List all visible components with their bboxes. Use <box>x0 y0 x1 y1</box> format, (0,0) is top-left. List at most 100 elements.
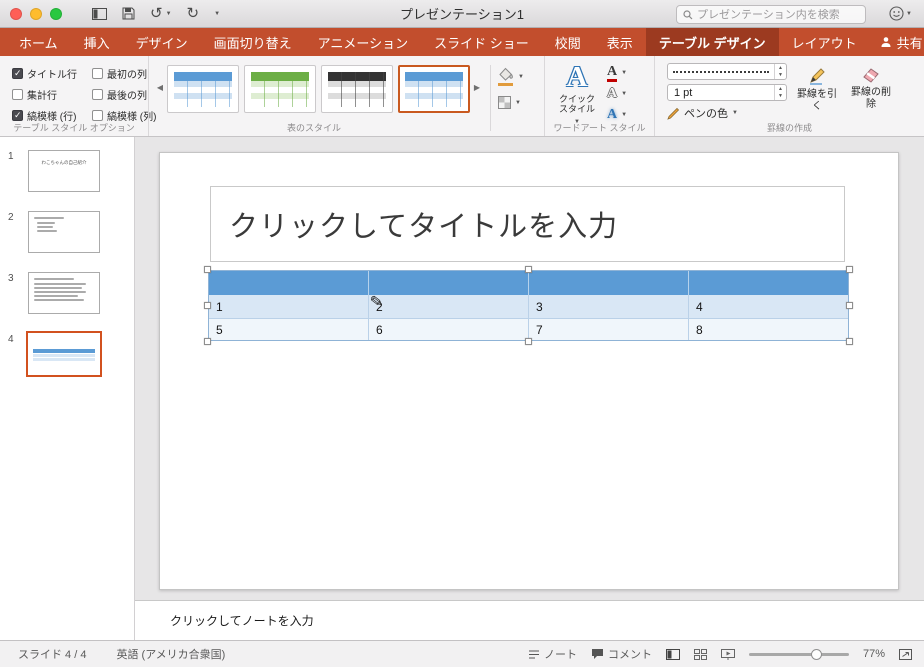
stepper-arrows[interactable]: ▲ ▼ <box>774 85 786 100</box>
tab-insert[interactable]: 挿入 <box>71 28 123 56</box>
close-window-button[interactable] <box>10 7 22 20</box>
table-resize-handle[interactable] <box>846 266 853 273</box>
tab-home[interactable]: ホーム <box>6 28 71 56</box>
notes-pane[interactable]: クリックしてノートを入力 <box>135 600 924 640</box>
save-icon[interactable] <box>122 7 135 20</box>
wordart-quick-styles-button[interactable]: A クイック スタイル ▼ <box>553 63 601 125</box>
text-fill-button[interactable]: A ▼ <box>607 64 627 82</box>
table-cell[interactable]: 2 <box>369 295 529 318</box>
minimize-window-button[interactable] <box>30 7 42 20</box>
pen-weight-dropdown[interactable]: 1 pt ▲ ▼ <box>667 84 787 101</box>
slideshow-view-button[interactable] <box>720 648 735 660</box>
table-resize-handle[interactable] <box>846 301 853 309</box>
share-button[interactable]: 共有 <box>870 28 924 56</box>
table-cell[interactable]: 3 <box>529 295 689 318</box>
tab-table-design[interactable]: テーブル デザイン <box>645 28 779 56</box>
slide-canvas: クリックしてタイトルを入力 1 2 3 4 5 6 7 8 ✎ <box>135 137 924 600</box>
table-resize-handle[interactable] <box>524 266 532 273</box>
text-outline-icon: A <box>607 86 618 101</box>
slide-thumbnail-4[interactable]: 4 <box>8 331 134 377</box>
table-cell[interactable]: 7 <box>529 319 689 340</box>
tab-review[interactable]: 校閲 <box>542 28 594 56</box>
dotted-line-icon <box>673 70 769 73</box>
toolbar-options-caret[interactable]: ▼ <box>214 11 220 17</box>
table-style-green[interactable] <box>244 65 316 113</box>
group-table-styles: ◀ ▶ ▼ ▼ 表のスタイル <box>148 56 544 136</box>
table-cell[interactable]: 5 <box>209 319 369 340</box>
gallery-next-arrow[interactable]: ▶ <box>470 61 484 113</box>
pen-color-button[interactable]: ペンの色 ▼ <box>667 105 787 121</box>
ribbon: タイトル行 最初の列 集計行 最後の列 縞模様 (行) 縞模様 (列) テーブル… <box>0 56 924 137</box>
erase-border-button[interactable]: 罫線の削除 <box>847 63 895 121</box>
table-cell[interactable]: 4 <box>689 295 848 318</box>
slides-panel: 1 わこちゃんの自己紹介 2 3 4 <box>0 137 135 640</box>
slide-title-placeholder[interactable]: クリックしてタイトルを入力 <box>210 186 845 262</box>
effects-button[interactable]: ▼ <box>498 96 532 109</box>
slide-indicator: スライド 4 / 4 <box>18 649 87 661</box>
group-table-style-options: タイトル行 最初の列 集計行 最後の列 縞模様 (行) 縞模様 (列) テーブル… <box>0 56 156 136</box>
table-header-cell[interactable] <box>529 271 689 295</box>
table-cell[interactable]: 8 <box>689 319 848 340</box>
share-label: 共有 <box>896 35 923 51</box>
table-resize-handle[interactable] <box>204 266 211 273</box>
undo-button[interactable]: ↺ ▼ <box>150 6 172 21</box>
language-indicator[interactable]: 英語 (アメリカ合衆国) <box>116 646 225 662</box>
search-input[interactable] <box>697 8 859 21</box>
zoom-window-button[interactable] <box>50 7 62 20</box>
gallery-prev-arrow[interactable]: ◀ <box>153 61 167 113</box>
slide-thumbnail-2[interactable]: 2 <box>8 211 134 253</box>
table-cell[interactable]: 1 <box>209 295 369 318</box>
shading-button[interactable]: ▼ <box>498 67 532 86</box>
slide-table[interactable]: 1 2 3 4 5 6 7 8 ✎ <box>204 266 853 345</box>
notes-toggle-button[interactable]: ノート <box>528 646 577 662</box>
pen-style-dropdown[interactable]: ▲ ▼ <box>667 63 787 80</box>
checkbox-label: 最後の列 <box>107 91 147 102</box>
checkbox-last-column[interactable]: 最後の列 <box>92 87 154 102</box>
table-style-blue-selected[interactable] <box>398 65 470 113</box>
zoom-percent[interactable]: 77% <box>863 648 885 660</box>
tab-design[interactable]: デザイン <box>123 28 201 56</box>
tab-layout[interactable]: レイアウト <box>779 28 870 56</box>
zoom-slider[interactable] <box>748 648 849 660</box>
slide-thumbnail-3[interactable]: 3 <box>8 272 134 314</box>
person-icon <box>880 36 892 48</box>
table-header-cell[interactable] <box>689 271 848 295</box>
slide-sorter-view-button[interactable] <box>693 648 707 660</box>
comments-toggle-button[interactable]: コメント <box>591 646 652 662</box>
table-resize-handle[interactable] <box>204 301 211 309</box>
tab-slideshow[interactable]: スライド ショー <box>421 28 542 56</box>
layout-toggle-icon[interactable] <box>92 7 107 20</box>
redo-button[interactable]: ↻ <box>187 6 200 21</box>
feedback-smiley-button[interactable]: ▼ <box>889 6 912 21</box>
table-header-cell[interactable] <box>369 271 529 295</box>
fit-slide-to-window-button[interactable] <box>899 648 912 660</box>
table[interactable]: 1 2 3 4 5 6 7 8 <box>208 270 849 341</box>
table-style-black[interactable] <box>321 65 393 113</box>
tab-animations[interactable]: アニメーション <box>305 28 421 56</box>
tab-transitions[interactable]: 画面切り替え <box>201 28 305 56</box>
checkbox-first-column[interactable]: 最初の列 <box>92 66 154 81</box>
checkbox-label: 集計行 <box>27 91 57 102</box>
table-resize-handle[interactable] <box>524 338 532 345</box>
checkbox-label: タイトル行 <box>27 70 77 81</box>
table-resize-handle[interactable] <box>204 338 211 345</box>
tab-view[interactable]: 表示 <box>594 28 646 56</box>
table-cell[interactable]: 6 <box>369 319 529 340</box>
eraser-icon <box>861 66 881 84</box>
slide-thumbnail-1[interactable]: 1 わこちゃんの自己紹介 <box>8 150 134 192</box>
normal-view-button[interactable] <box>665 648 680 660</box>
comments-toggle-label: コメント <box>607 649 652 661</box>
text-outline-button[interactable]: A ▼ <box>607 85 627 103</box>
slide-number: 4 <box>8 334 14 345</box>
table-header-cell[interactable] <box>209 271 369 295</box>
pencil-icon <box>807 66 827 86</box>
table-resize-handle[interactable] <box>846 338 853 345</box>
checkbox-total-row[interactable]: 集計行 <box>12 87 90 102</box>
zoom-slider-knob[interactable] <box>810 648 822 660</box>
search-field[interactable] <box>676 5 866 24</box>
stepper-arrows[interactable]: ▲ ▼ <box>774 64 786 79</box>
slide-editing-surface[interactable]: クリックしてタイトルを入力 1 2 3 4 5 6 7 8 ✎ <box>159 152 899 590</box>
table-style-blue[interactable] <box>167 65 239 113</box>
checkbox-header-row[interactable]: タイトル行 <box>12 66 90 81</box>
draw-border-button[interactable]: 罫線を引く <box>793 63 841 121</box>
